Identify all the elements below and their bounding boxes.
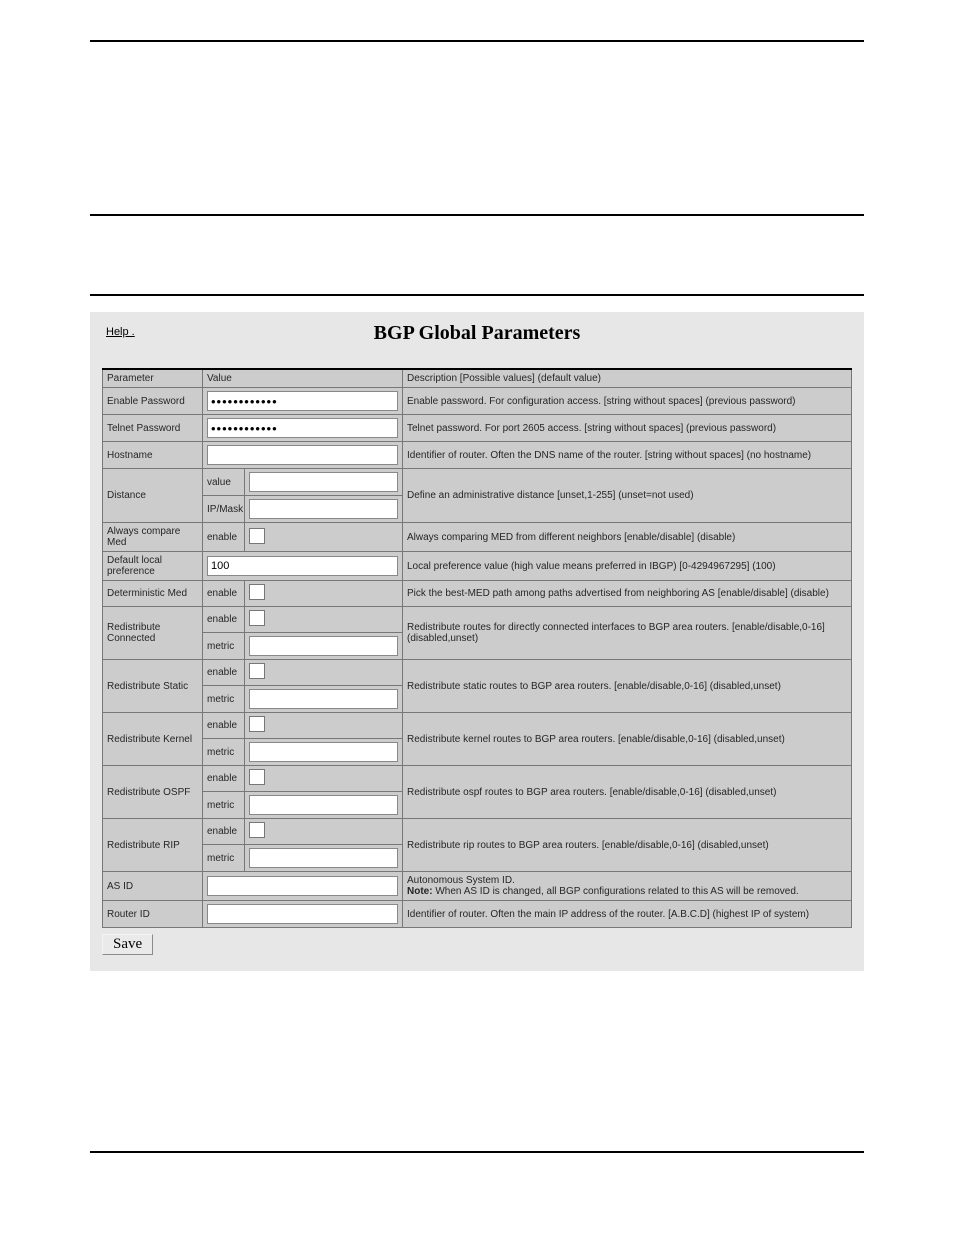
redist-kernel-checkbox[interactable] bbox=[249, 716, 265, 732]
table-header-row: Parameter Value Description [Possible va… bbox=[103, 369, 852, 388]
router-id-input[interactable] bbox=[207, 904, 398, 924]
distance-value-input[interactable] bbox=[249, 472, 398, 492]
sublabel-metric: metric bbox=[203, 792, 245, 819]
col-header-description: Description [Possible values] (default v… bbox=[403, 369, 852, 388]
redist-connected-metric-input[interactable] bbox=[249, 636, 398, 656]
sublabel-enable: enable bbox=[203, 660, 245, 686]
table-row: Hostname Identifier of router. Often the… bbox=[103, 442, 852, 469]
table-row: Always compare Med enable Always compari… bbox=[103, 523, 852, 552]
param-deterministic-med: Deterministic Med bbox=[103, 581, 203, 607]
sublabel-enable: enable bbox=[203, 713, 245, 739]
help-link[interactable]: Help . bbox=[106, 326, 135, 338]
desc-redist-connected: Redistribute routes for directly connect… bbox=[403, 607, 852, 660]
param-always-compare-med: Always compare Med bbox=[103, 523, 203, 552]
table-row: Telnet Password Telnet password. For por… bbox=[103, 415, 852, 442]
hostname-input[interactable] bbox=[207, 445, 398, 465]
col-header-parameter: Parameter bbox=[103, 369, 203, 388]
desc-as-id-post: When AS ID is changed, all BGP configura… bbox=[433, 886, 799, 897]
sublabel-value: value bbox=[203, 469, 245, 496]
sublabel-metric: metric bbox=[203, 633, 245, 660]
param-redist-connected: Redistribute Connected bbox=[103, 607, 203, 660]
col-header-value: Value bbox=[203, 369, 403, 388]
desc-hostname: Identifier of router. Often the DNS name… bbox=[403, 442, 852, 469]
param-router-id: Router ID bbox=[103, 901, 203, 928]
desc-redist-rip: Redistribute rip routes to BGP area rout… bbox=[403, 819, 852, 872]
param-redist-ospf: Redistribute OSPF bbox=[103, 766, 203, 819]
as-id-input[interactable] bbox=[207, 876, 398, 896]
table-row: Redistribute OSPF enable Redistribute os… bbox=[103, 766, 852, 792]
param-redist-kernel: Redistribute Kernel bbox=[103, 713, 203, 766]
desc-telnet-password: Telnet password. For port 2605 access. [… bbox=[403, 415, 852, 442]
param-as-id: AS ID bbox=[103, 872, 203, 901]
redist-rip-metric-input[interactable] bbox=[249, 848, 398, 868]
hr-mid-2 bbox=[90, 294, 864, 296]
table-row: Default local preference Local preferenc… bbox=[103, 552, 852, 581]
config-panel: Help . BGP Global Parameters Parameter V… bbox=[90, 312, 864, 971]
table-row: AS ID Autonomous System ID. Note: When A… bbox=[103, 872, 852, 901]
desc-as-id-pre: Autonomous System ID. bbox=[407, 875, 515, 886]
desc-enable-password: Enable password. For configuration acces… bbox=[403, 388, 852, 415]
param-redist-rip: Redistribute RIP bbox=[103, 819, 203, 872]
param-distance: Distance bbox=[103, 469, 203, 523]
param-telnet-password: Telnet Password bbox=[103, 415, 203, 442]
table-row: Deterministic Med enable Pick the best-M… bbox=[103, 581, 852, 607]
desc-distance: Define an administrative distance [unset… bbox=[403, 469, 852, 523]
sublabel-enable: enable bbox=[203, 766, 245, 792]
desc-default-local-pref: Local preference value (high value means… bbox=[403, 552, 852, 581]
desc-always-compare-med: Always comparing MED from different neig… bbox=[403, 523, 852, 552]
sublabel-metric: metric bbox=[203, 686, 245, 713]
param-enable-password: Enable Password bbox=[103, 388, 203, 415]
table-row: Router ID Identifier of router. Often th… bbox=[103, 901, 852, 928]
desc-as-id-note-label: Note: bbox=[407, 886, 433, 897]
redist-static-checkbox[interactable] bbox=[249, 663, 265, 679]
telnet-password-input[interactable] bbox=[207, 418, 398, 438]
table-row: Distance value Define an administrative … bbox=[103, 469, 852, 496]
desc-redist-ospf: Redistribute ospf routes to BGP area rou… bbox=[403, 766, 852, 819]
always-compare-med-checkbox[interactable] bbox=[249, 528, 265, 544]
distance-ipmask-input[interactable] bbox=[249, 499, 398, 519]
param-hostname: Hostname bbox=[103, 442, 203, 469]
redist-ospf-metric-input[interactable] bbox=[249, 795, 398, 815]
redist-kernel-metric-input[interactable] bbox=[249, 742, 398, 762]
table-row: Redistribute Kernel enable Redistribute … bbox=[103, 713, 852, 739]
table-row: Enable Password Enable password. For con… bbox=[103, 388, 852, 415]
sublabel-metric: metric bbox=[203, 845, 245, 872]
desc-as-id: Autonomous System ID. Note: When AS ID i… bbox=[403, 872, 852, 901]
redist-connected-checkbox[interactable] bbox=[249, 610, 265, 626]
table-row: Redistribute RIP enable Redistribute rip… bbox=[103, 819, 852, 845]
desc-redist-static: Redistribute static routes to BGP area r… bbox=[403, 660, 852, 713]
desc-deterministic-med: Pick the best-MED path among paths adver… bbox=[403, 581, 852, 607]
table-row: Redistribute Connected enable Redistribu… bbox=[103, 607, 852, 633]
sublabel-enable: enable bbox=[203, 523, 245, 552]
sublabel-metric: metric bbox=[203, 739, 245, 766]
enable-password-input[interactable] bbox=[207, 391, 398, 411]
redist-rip-checkbox[interactable] bbox=[249, 822, 265, 838]
sublabel-ipmask: IP/Mask bbox=[203, 496, 245, 523]
save-button[interactable]: Save bbox=[102, 934, 153, 955]
hr-bottom bbox=[90, 1151, 864, 1153]
param-default-local-pref: Default local preference bbox=[103, 552, 203, 581]
redist-ospf-checkbox[interactable] bbox=[249, 769, 265, 785]
deterministic-med-checkbox[interactable] bbox=[249, 584, 265, 600]
param-redist-static: Redistribute Static bbox=[103, 660, 203, 713]
parameters-table: Parameter Value Description [Possible va… bbox=[102, 368, 852, 928]
page-title: BGP Global Parameters bbox=[102, 322, 852, 345]
sublabel-enable: enable bbox=[203, 581, 245, 607]
desc-router-id: Identifier of router. Often the main IP … bbox=[403, 901, 852, 928]
sublabel-enable: enable bbox=[203, 819, 245, 845]
sublabel-enable: enable bbox=[203, 607, 245, 633]
default-local-pref-input[interactable] bbox=[207, 556, 398, 576]
desc-redist-kernel: Redistribute kernel routes to BGP area r… bbox=[403, 713, 852, 766]
table-row: Redistribute Static enable Redistribute … bbox=[103, 660, 852, 686]
redist-static-metric-input[interactable] bbox=[249, 689, 398, 709]
